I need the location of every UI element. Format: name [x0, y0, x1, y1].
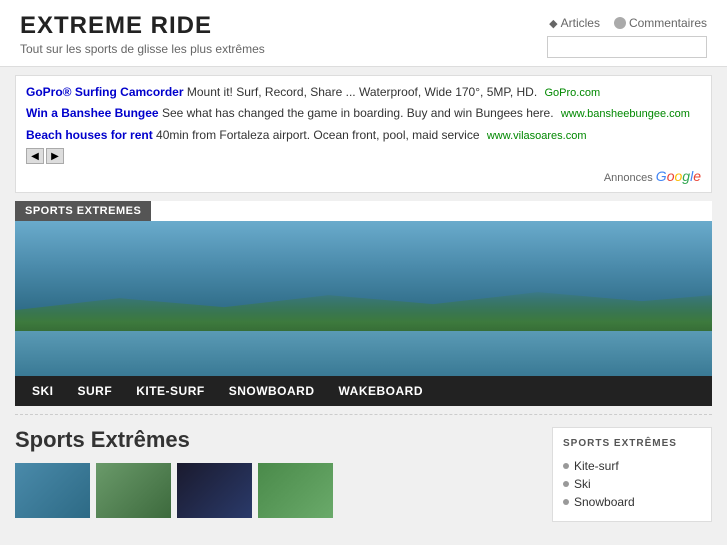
ad-desc-3: 40min from Fortaleza airport. Ocean fron…	[156, 128, 479, 142]
ad-row-1: GoPro® Surfing Camcorder Mount it! Surf,…	[26, 84, 701, 101]
sidebar-label-kitesurf: Kite-surf	[574, 459, 619, 473]
site-subtitle: Tout sur les sports de glisse les plus e…	[20, 42, 265, 56]
articles-label: Articles	[561, 16, 600, 30]
ad-title-2[interactable]: Win a Banshee Bungee	[26, 106, 159, 120]
ad-section: GoPro® Surfing Camcorder Mount it! Surf,…	[15, 75, 712, 193]
nav-item-kitesurf[interactable]: KITE-SURF	[124, 376, 217, 406]
sidebar-item-kitesurf[interactable]: Kite-surf	[563, 457, 701, 475]
ad-desc-1: Mount it! Surf, Record, Share ... Waterp…	[187, 85, 537, 99]
ad-row-2: Win a Banshee Bungee See what has change…	[26, 105, 701, 122]
nav-item-snowboard[interactable]: SNOWBOARD	[217, 376, 327, 406]
main-content: Sports Extrêmes SPORTS EXTRÊMES Kite-sur…	[15, 427, 712, 522]
divider	[15, 414, 712, 415]
ad-url-3[interactable]: www.vilasoares.com	[487, 130, 587, 142]
sidebar-item-ski[interactable]: Ski	[563, 475, 701, 493]
ad-prev-button[interactable]: ◀	[26, 148, 44, 164]
sidebar-title: SPORTS EXTRÊMES	[563, 438, 701, 449]
thumbnail-3[interactable]	[177, 463, 252, 518]
sidebar-label-ski: Ski	[574, 477, 591, 491]
hero-water	[15, 331, 712, 376]
google-logo: Google	[656, 168, 701, 184]
annonces-label: Annonces	[604, 172, 656, 184]
header-right: ◆ Articles Commentaires	[547, 16, 707, 58]
content-left: Sports Extrêmes	[15, 427, 537, 522]
ad-title-3[interactable]: Beach houses for rent	[26, 128, 153, 142]
sidebar-bullet-ski	[563, 481, 569, 487]
thumbnail-1[interactable]	[15, 463, 90, 518]
ad-title-1[interactable]: GoPro® Surfing Camcorder	[26, 85, 184, 99]
nav-menu: SKI SURF KITE-SURF SNOWBOARD WAKEBOARD	[15, 376, 712, 406]
nav-item-surf[interactable]: SURF	[66, 376, 125, 406]
thumbnails	[15, 463, 537, 518]
commentaires-label: Commentaires	[629, 16, 707, 30]
ad-footer: Annonces Google	[26, 168, 701, 184]
sidebar-bullet-snowboard	[563, 499, 569, 505]
sports-tab-bar: SPORTS EXTREMES	[15, 201, 712, 221]
content-right: SPORTS EXTRÊMES Kite-surf Ski Snowboard	[552, 427, 712, 522]
hero-background	[15, 221, 712, 376]
ad-navigation: ◀ ▶	[26, 148, 701, 164]
ad-desc-2: See what has changed the game in boardin…	[162, 106, 554, 120]
site-title: EXTREME RIDE	[20, 12, 265, 40]
sports-tab[interactable]: SPORTS EXTREMES	[15, 201, 151, 221]
sidebar-label-snowboard: Snowboard	[574, 495, 635, 509]
sidebar-bullet-kitesurf	[563, 463, 569, 469]
hero-image	[15, 221, 712, 376]
header-left: EXTREME RIDE Tout sur les sports de glis…	[20, 12, 265, 56]
commentaires-link[interactable]: Commentaires	[614, 16, 707, 30]
ad-next-button[interactable]: ▶	[46, 148, 64, 164]
rss-icon: ◆	[549, 17, 557, 30]
nav-item-wakeboard[interactable]: WAKEBOARD	[327, 376, 436, 406]
rss-articles-link[interactable]: ◆ Articles	[549, 16, 600, 30]
sidebar-sports: SPORTS EXTRÊMES Kite-surf Ski Snowboard	[552, 427, 712, 522]
ad-url-2[interactable]: www.bansheebungee.com	[561, 108, 690, 120]
header-links: ◆ Articles Commentaires	[549, 16, 707, 30]
search-input[interactable]	[547, 36, 707, 58]
thumbnail-4[interactable]	[258, 463, 333, 518]
page-title: Sports Extrêmes	[15, 427, 537, 453]
nav-item-ski[interactable]: SKI	[20, 376, 66, 406]
ad-url-1[interactable]: GoPro.com	[545, 87, 601, 99]
comment-icon	[614, 17, 626, 29]
thumbnail-2[interactable]	[96, 463, 171, 518]
ad-row-3: Beach houses for rent 40min from Fortale…	[26, 127, 701, 144]
header: EXTREME RIDE Tout sur les sports de glis…	[0, 0, 727, 67]
sidebar-item-snowboard[interactable]: Snowboard	[563, 493, 701, 511]
